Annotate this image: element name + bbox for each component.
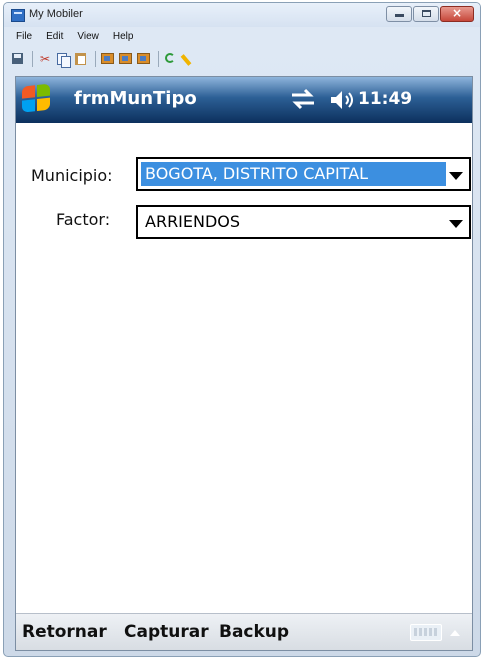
mobiler-window: My Mobiler × File Edit View Help ✂ frmMu <box>3 2 481 657</box>
factor-select[interactable]: ARRIENDOS <box>136 205 471 239</box>
refresh-icon[interactable] <box>163 51 179 67</box>
capturar-softkey[interactable]: Capturar <box>124 622 209 642</box>
municipio-selected-value: BOGOTA, DISTRITO CAPITAL <box>141 162 446 186</box>
form-title: frmMunTipo <box>74 88 197 109</box>
device-screen: frmMunTipo 11:49 Municipio: BOGOTA, DIST… <box>15 76 473 651</box>
window-title: My Mobiler <box>29 8 83 20</box>
minimize-icon <box>395 14 404 17</box>
app-icon <box>11 9 25 22</box>
menu-view[interactable]: View <box>71 29 105 47</box>
windows-logo-icon[interactable] <box>22 83 52 114</box>
menu-bar: File Edit View Help <box>10 29 139 47</box>
factor-label: Factor: <box>56 210 111 229</box>
pen-icon[interactable] <box>180 51 197 67</box>
clock[interactable]: 11:49 <box>358 89 412 109</box>
softkey-bar: Retornar Capturar Backup <box>16 613 472 650</box>
title-bar: My Mobiler × <box>4 3 480 27</box>
screenshot-icon[interactable] <box>100 51 116 67</box>
toolbar-separator <box>158 51 159 67</box>
close-icon: × <box>451 6 463 20</box>
maximize-icon <box>422 10 431 17</box>
maximize-button[interactable] <box>413 6 439 22</box>
toolbar-separator <box>95 51 96 67</box>
backup-softkey[interactable]: Backup <box>219 622 289 642</box>
device-title-bar: frmMunTipo 11:49 <box>16 77 472 123</box>
minimize-button[interactable] <box>386 6 412 22</box>
municipio-select[interactable]: BOGOTA, DISTRITO CAPITAL <box>136 157 471 191</box>
chevron-up-icon[interactable] <box>450 630 460 636</box>
municipio-label: Municipio: <box>31 166 113 185</box>
keyboard-icon[interactable] <box>410 624 442 641</box>
close-button[interactable]: × <box>440 6 474 22</box>
menu-file[interactable]: File <box>10 29 38 47</box>
screenshot-icon[interactable] <box>136 51 152 67</box>
paste-icon[interactable] <box>73 51 89 67</box>
chevron-down-icon <box>449 172 463 180</box>
volume-icon[interactable] <box>330 90 356 110</box>
window-controls: × <box>385 6 474 22</box>
screenshot-icon[interactable] <box>118 51 134 67</box>
copy-icon[interactable] <box>55 51 71 68</box>
menu-edit[interactable]: Edit <box>40 29 69 47</box>
factor-selected-value: ARRIENDOS <box>145 212 241 231</box>
toolbar: ✂ <box>10 48 474 70</box>
cut-icon[interactable]: ✂ <box>37 51 53 67</box>
retornar-softkey[interactable]: Retornar <box>22 622 107 642</box>
toolbar-separator <box>32 51 33 67</box>
menu-help[interactable]: Help <box>107 29 140 47</box>
connectivity-icon[interactable] <box>288 88 318 110</box>
save-icon[interactable] <box>10 51 26 67</box>
chevron-down-icon <box>449 220 463 228</box>
